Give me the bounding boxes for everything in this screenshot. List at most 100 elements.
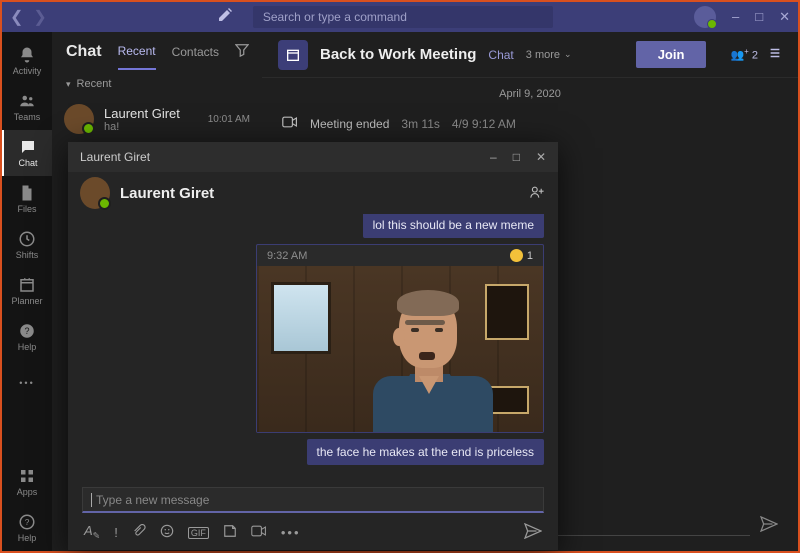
rail-chat-label: Chat <box>18 158 37 168</box>
calendar-icon <box>278 40 308 70</box>
rail-chat[interactable]: Chat <box>2 130 52 176</box>
send-icon[interactable] <box>760 516 778 537</box>
laugh-emoji-icon <box>510 249 523 262</box>
rail-apps[interactable]: Apps <box>2 459 52 505</box>
chat-list-header: Chat Recent Contacts <box>52 32 262 72</box>
rail-help-top-label: Help <box>18 342 37 352</box>
message-time: 9:32 AM <box>267 250 307 262</box>
section-recent[interactable]: ▾ Recent <box>52 72 262 96</box>
svg-text:?: ? <box>24 326 29 336</box>
rail-apps-label: Apps <box>17 487 38 497</box>
nav-forward-icon[interactable]: ❯ <box>33 7 46 27</box>
maximize-icon[interactable]: □ <box>513 150 520 164</box>
popout-titlebar: Laurent Giret – □ ✕ <box>68 142 558 172</box>
message-reaction[interactable]: 1 <box>510 249 533 262</box>
svg-text:?: ? <box>25 518 30 527</box>
message-bubble[interactable]: the face he makes at the end is priceles… <box>307 439 544 465</box>
more-icon: ••• <box>19 378 34 388</box>
tab-recent[interactable]: Recent <box>118 44 156 70</box>
meeting-duration: 3m 11s <box>401 117 439 131</box>
meeting-icon[interactable] <box>251 525 267 540</box>
meeting-tab-chat[interactable]: Chat <box>488 48 513 62</box>
participants-icon[interactable]: 👥+ 2 <box>730 47 758 62</box>
window-controls: – □ ✕ <box>732 9 790 25</box>
meeting-info-icons: 👥+ 2 <box>730 46 782 63</box>
maximize-icon[interactable]: □ <box>755 9 763 25</box>
meeting-ended-row: Meeting ended 3m 11s 4/9 9:12 AM <box>262 110 798 137</box>
rail-help[interactable]: ? Help <box>2 505 52 551</box>
chat-row-preview: ha! <box>104 121 198 133</box>
avatar <box>80 177 110 209</box>
new-message-icon[interactable] <box>217 7 233 28</box>
popout-compose: Type a new message <box>68 479 558 519</box>
rail-activity-label: Activity <box>13 66 42 76</box>
rail-teams-label: Teams <box>14 112 41 122</box>
meeting-ended-label: Meeting ended <box>310 117 389 131</box>
popout-header-name: Laurent Giret <box>120 185 214 202</box>
rail-help-label: Help <box>18 533 37 543</box>
rail-help-top[interactable]: ? Help <box>2 314 52 360</box>
profile-avatar[interactable] <box>694 6 716 28</box>
close-icon[interactable]: ✕ <box>779 9 790 25</box>
attach-icon[interactable] <box>132 524 146 541</box>
format-icon[interactable]: A✎ <box>84 523 100 542</box>
chat-list-title: Chat <box>66 43 102 61</box>
rail-activity[interactable]: Activity <box>2 38 52 84</box>
close-icon[interactable]: ✕ <box>536 150 546 164</box>
minimize-icon[interactable]: – <box>732 9 739 25</box>
search-placeholder: Search or type a command <box>263 10 407 24</box>
message-image-card[interactable]: 9:32 AM 1 <box>256 244 544 433</box>
rail-shifts-label: Shifts <box>16 250 39 260</box>
nav-back-icon[interactable]: ❮ <box>10 7 23 27</box>
date-divider: April 9, 2020 <box>262 78 798 110</box>
avatar <box>64 104 94 134</box>
chevron-down-icon: ▾ <box>66 79 71 90</box>
nav-back-forward: ❮ ❯ <box>10 7 47 27</box>
chat-row[interactable]: Laurent Giret ha! 10:01 AM <box>52 96 262 142</box>
compose-input[interactable]: Type a new message <box>82 487 544 513</box>
compose-toolbar: A✎ ! GIF ••• <box>68 519 558 550</box>
title-bar: ❮ ❯ Search or type a command – □ ✕ <box>2 2 798 32</box>
list-icon[interactable] <box>768 46 782 63</box>
meeting-more-label: 3 more <box>526 49 560 61</box>
message-image[interactable] <box>257 266 543 432</box>
rail-files-label: Files <box>17 204 36 214</box>
chat-row-name: Laurent Giret <box>104 106 198 121</box>
popout-chat-window: Laurent Giret – □ ✕ Laurent Giret lol th… <box>68 142 558 550</box>
chevron-down-icon: ⌄ <box>564 49 572 60</box>
filter-icon[interactable] <box>235 43 249 62</box>
emoji-icon[interactable] <box>160 524 174 541</box>
tab-contacts[interactable]: Contacts <box>172 45 219 69</box>
popout-body: lol this should be a new meme 9:32 AM 1 <box>68 214 558 479</box>
rail-files[interactable]: Files <box>2 176 52 222</box>
message-bubble[interactable]: lol this should be a new meme <box>363 214 544 238</box>
more-icon[interactable]: ••• <box>281 525 301 540</box>
gif-icon[interactable]: GIF <box>188 527 209 539</box>
meeting-title: Back to Work Meeting <box>320 46 476 63</box>
caret-icon <box>91 493 92 507</box>
rail-teams[interactable]: Teams <box>2 84 52 130</box>
send-icon[interactable] <box>524 523 542 542</box>
minimize-icon[interactable]: – <box>490 150 497 164</box>
compose-placeholder: Type a new message <box>96 493 209 507</box>
rail-planner-label: Planner <box>11 296 42 306</box>
rail-more[interactable]: ••• <box>2 360 52 406</box>
join-button[interactable]: Join <box>636 41 707 68</box>
meeting-end-time: 4/9 9:12 AM <box>452 117 516 131</box>
sticker-icon[interactable] <box>223 524 237 541</box>
meeting-more-tabs[interactable]: 3 more ⌄ <box>526 49 572 61</box>
search-input[interactable]: Search or type a command <box>253 6 553 28</box>
reaction-count: 1 <box>527 250 533 262</box>
section-recent-label: Recent <box>77 78 112 90</box>
rail-shifts[interactable]: Shifts <box>2 222 52 268</box>
participants-count: 2 <box>752 50 758 62</box>
popout-window-title: Laurent Giret <box>80 150 150 164</box>
rail-planner[interactable]: Planner <box>2 268 52 314</box>
meeting-header: Back to Work Meeting Chat 3 more ⌄ Join … <box>262 32 798 78</box>
message-card-header: 9:32 AM 1 <box>257 245 543 266</box>
popout-header: Laurent Giret <box>68 172 558 214</box>
video-icon <box>282 116 298 131</box>
chat-row-time: 10:01 AM <box>208 114 250 125</box>
urgent-icon[interactable]: ! <box>114 525 118 540</box>
add-people-icon[interactable] <box>530 185 546 202</box>
